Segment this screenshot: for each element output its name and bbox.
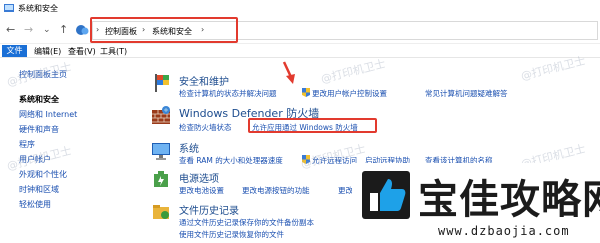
link-file-history-backup[interactable]: 通过文件历史记录保存你的文件备份副本 — [179, 217, 314, 228]
link-view-ram[interactable]: 查看 RAM 的大小和处理器速度 — [179, 155, 283, 166]
sidebar-item-hardware[interactable]: 硬件和声音 — [19, 124, 59, 135]
sidebar-item-network[interactable]: 网络和 Internet — [19, 109, 77, 120]
link-troubleshoot[interactable]: 常见计算机问题疑难解答 — [425, 88, 508, 99]
link-firewall-status[interactable]: 检查防火墙状态 — [179, 122, 232, 133]
sidebar-item-clock[interactable]: 时钟和区域 — [19, 184, 59, 195]
control-panel-icon — [76, 25, 89, 35]
category-title-file-history[interactable]: 文件历史记录 — [179, 202, 239, 217]
sidebar-item-appearance[interactable]: 外观和个性化 — [19, 169, 67, 180]
link-uac-settings[interactable]: 更改用户帐户控制设置 — [312, 88, 387, 99]
sidebar-item-programs[interactable]: 程序 — [19, 139, 35, 150]
control-panel-icon — [4, 4, 14, 12]
link-battery-settings[interactable]: 更改电池设置 — [179, 185, 224, 196]
sidebar-item-system-security: 系统和安全 — [19, 95, 59, 104]
thumbs-up-logo-icon — [362, 171, 410, 219]
forward-arrow-icon[interactable]: → — [24, 24, 33, 36]
recent-dropdown-icon[interactable]: ⌄ — [43, 24, 51, 36]
site-logo: 宝佳攻略网 www.dzbaojia.com — [352, 163, 600, 243]
annotation-arrow — [282, 61, 295, 84]
up-arrow-icon[interactable]: ↑ — [59, 24, 68, 36]
category-title-power[interactable]: 电源选项 — [179, 170, 219, 185]
sidebar-item-ease[interactable]: 轻松使用 — [19, 199, 51, 210]
link-file-history-restore[interactable]: 使用文件历史记录恢复你的文件 — [179, 229, 351, 240]
highlight-box-firewall-link — [248, 118, 377, 133]
link-check-status[interactable]: 检查计算机的状态并解决问题 — [179, 88, 277, 99]
brick-wall-icon — [152, 106, 170, 124]
logo-url: www.dzbaojia.com — [438, 224, 570, 238]
computer-icon — [152, 143, 170, 160]
category-title-security[interactable]: 安全和维护 — [179, 73, 229, 88]
uac-shield-icon — [302, 88, 310, 97]
logo-title: 宝佳攻略网 — [418, 177, 600, 223]
window-title: 系统和安全 — [18, 4, 58, 13]
menu-tools[interactable]: 工具(T) — [100, 46, 127, 57]
back-arrow-icon[interactable]: ← — [6, 24, 15, 36]
flag-icon — [155, 74, 169, 92]
navigation-bar: ← → ⌄ ↑ › 控制面板 › 系统和安全 › — [0, 16, 600, 44]
menu-edit[interactable]: 编辑(E) — [34, 46, 61, 57]
title-bar: 系统和安全 — [0, 0, 600, 16]
menu-bar: 文件(F) 编辑(E) 查看(V) 工具(T) — [0, 44, 600, 67]
highlight-box-address — [90, 17, 238, 43]
file-history-icon — [153, 205, 169, 219]
link-power-button[interactable]: 更改电源按钮的功能 — [242, 185, 310, 196]
category-title-system[interactable]: 系统 — [179, 140, 199, 155]
battery-icon — [154, 171, 168, 187]
menu-file[interactable]: 文件(F) — [2, 45, 27, 67]
menu-view[interactable]: 查看(V) — [68, 46, 96, 57]
